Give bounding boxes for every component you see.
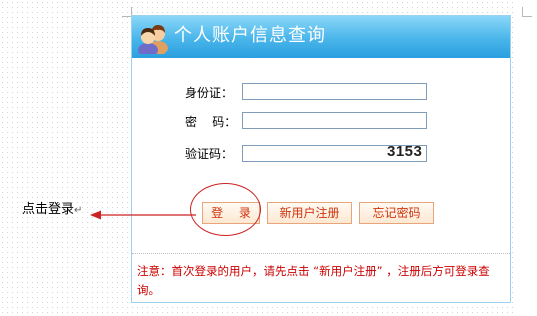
divider [132, 253, 510, 254]
paragraph-mark-icon: ↵ [74, 205, 83, 216]
id-card-input[interactable] [242, 83, 427, 100]
annotation-label: 点击登录↵ [22, 202, 82, 219]
forgot-password-button[interactable]: 忘记密码 [359, 202, 434, 224]
id-card-label: 身份证： [185, 86, 234, 100]
register-button[interactable]: 新用户注册 [267, 202, 352, 224]
panel-header: 个人账户信息查询 [132, 16, 510, 58]
account-query-panel: 个人账户信息查询 身份证： 密 码： 验证码： 3153 登 录 新用户注册 忘… [131, 15, 511, 303]
password-label: 密 码： [185, 115, 237, 129]
login-button[interactable]: 登 录 [202, 202, 260, 224]
notice-text: 注意：首次登录的用户，请先点击 “新用户注册” ，注册后方可登录查询。 [137, 264, 490, 297]
captcha-label: 验证码： [185, 147, 234, 161]
panel-title: 个人账户信息查询 [174, 25, 326, 46]
callout-arrow-icon [90, 210, 196, 220]
captcha-code: 3153 [387, 143, 423, 160]
users-icon [138, 25, 168, 54]
page-corner-mark [522, 7, 532, 17]
annotation-text: 点击登录 [22, 202, 75, 217]
document-margin [517, 0, 535, 316]
password-input[interactable] [242, 112, 427, 129]
